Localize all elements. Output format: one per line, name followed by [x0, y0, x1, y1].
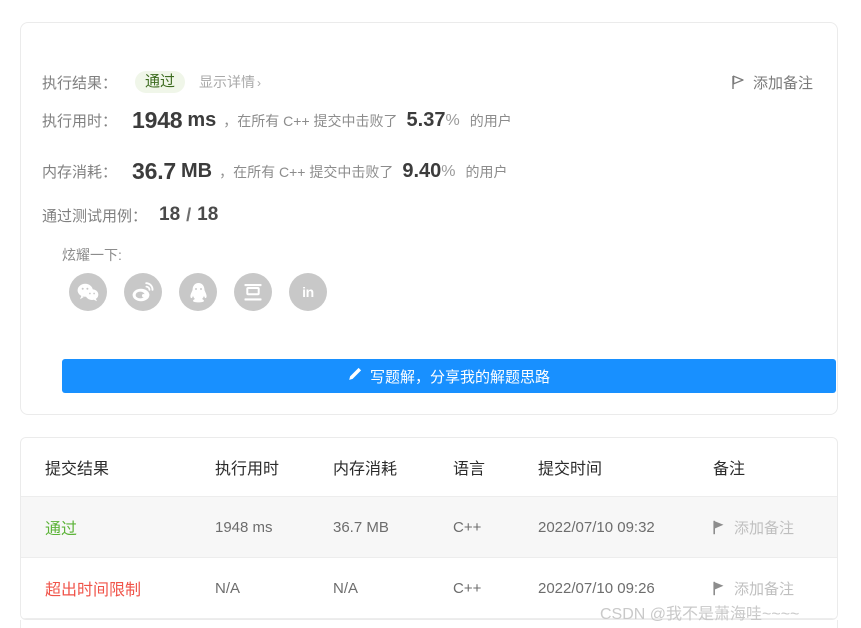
table-row[interactable]: 通过 1948 ms 36.7 MB C++ 2022/07/10 09:32: [21, 496, 837, 558]
add-note-label-row1: 添加备注: [734, 519, 795, 537]
cell-runtime: N/A: [215, 557, 333, 619]
linkedin-icon[interactable]: in: [289, 273, 327, 311]
weibo-icon[interactable]: [124, 273, 162, 311]
cell-language: C++: [453, 557, 538, 619]
douban-icon[interactable]: [234, 273, 272, 311]
linkedin-label: in: [302, 284, 314, 300]
status-badge: 通过: [135, 71, 186, 93]
memory-suffix-text: 的用户: [465, 163, 508, 180]
memory-value: 36.7: [132, 158, 176, 184]
table-header-row: 提交结果 执行用时 内存消耗 语言 提交时间 备注: [21, 438, 837, 497]
write-solution-button[interactable]: 写题解，分享我的解题思路: [62, 359, 836, 393]
submission-status-tle[interactable]: 超出时间限制: [45, 582, 141, 599]
memory-label: 内存消耗：: [42, 164, 118, 181]
qq-icon[interactable]: [179, 273, 217, 311]
add-note-button-row1[interactable]: 添加备注: [713, 517, 837, 538]
memory-percent-sign: %: [441, 162, 456, 180]
column-header-submit-time: 提交时间: [538, 438, 713, 497]
cell-memory: N/A: [333, 557, 453, 619]
flag-icon: [732, 75, 745, 90]
submissions-table: 提交结果 执行用时 内存消耗 语言 提交时间 备注 通过 1948 ms 36.…: [21, 438, 837, 619]
memory-percentile: 9.40: [402, 160, 442, 182]
share-icon-list: in: [69, 273, 327, 311]
flag-icon: [713, 581, 726, 596]
column-header-language: 语言: [453, 438, 538, 497]
testcases-separator: /: [186, 204, 192, 225]
execution-result-label: 执行结果：: [42, 74, 118, 92]
add-note-button-top[interactable]: 添加备注: [732, 72, 813, 93]
cell-result: 超出时间限制: [21, 557, 215, 619]
memory-compare-text: ，在所有 C++ 提交中击败了: [219, 163, 394, 180]
table-head: 提交结果 执行用时 内存消耗 语言 提交时间 备注: [21, 438, 837, 497]
show-detail-label: 显示详情: [199, 74, 256, 90]
runtime-percent-sign: %: [445, 111, 460, 129]
runtime-compare-text: ，在所有 C++ 提交中击败了: [223, 112, 398, 129]
page-root: 执行结果： 通过 显示详情 › 添加备注 执行用时： 1948 ms ，在所有 C…: [0, 0, 861, 628]
runtime-suffix-text: 的用户: [469, 112, 512, 129]
testcases-total: 18: [197, 204, 219, 225]
memory-unit: MB: [180, 160, 213, 182]
pencil-icon: [348, 367, 362, 385]
runtime-unit: ms: [187, 109, 217, 131]
result-card: 执行结果： 通过 显示详情 › 添加备注 执行用时： 1948 ms ，在所有 C…: [20, 22, 838, 415]
add-note-label-top: 添加备注: [752, 75, 813, 92]
share-label: 炫耀一下:: [62, 247, 122, 263]
runtime-label: 执行用时：: [42, 113, 118, 130]
column-header-note: 备注: [713, 438, 837, 497]
write-solution-label: 写题解，分享我的解题思路: [369, 368, 550, 386]
column-header-runtime: 执行用时: [215, 438, 333, 497]
execution-result-row: 执行结果： 通过 显示详情 ›: [42, 71, 261, 93]
cell-result: 通过: [21, 496, 215, 558]
flag-icon: [713, 520, 726, 535]
runtime-value: 1948: [132, 107, 183, 133]
show-detail-link[interactable]: 显示详情 ›: [199, 72, 261, 92]
watermark: CSDN @我不是萧海哇~~~~: [600, 606, 800, 623]
runtime-row: 执行用时： 1948 ms ，在所有 C++ 提交中击败了 5.37 % 的用户: [42, 107, 512, 134]
memory-row: 内存消耗： 36.7 MB ，在所有 C++ 提交中击败了 9.40 % 的用户: [42, 158, 508, 185]
column-header-memory: 内存消耗: [333, 438, 453, 497]
cell-language: C++: [453, 496, 538, 558]
testcases-passed: 18: [159, 204, 181, 225]
cell-note: 添加备注: [713, 496, 837, 558]
cell-runtime: 1948 ms: [215, 496, 333, 558]
cell-memory: 36.7 MB: [333, 496, 453, 558]
add-note-button-row2[interactable]: 添加备注: [713, 578, 837, 599]
testcases-label: 通过测试用例：: [42, 207, 148, 225]
column-header-result: 提交结果: [21, 438, 215, 497]
submission-status-accepted[interactable]: 通过: [45, 521, 77, 538]
submissions-table-card: 提交结果 执行用时 内存消耗 语言 提交时间 备注 通过 1948 ms 36.…: [20, 437, 838, 620]
runtime-percentile: 5.37: [406, 109, 446, 131]
add-note-label-row2: 添加备注: [734, 580, 795, 598]
wechat-icon[interactable]: [69, 273, 107, 311]
chevron-right-icon: ›: [257, 76, 262, 90]
cell-submit-time: 2022/07/10 09:32: [538, 496, 713, 558]
testcases-row: 通过测试用例： 18 / 18: [42, 204, 218, 226]
